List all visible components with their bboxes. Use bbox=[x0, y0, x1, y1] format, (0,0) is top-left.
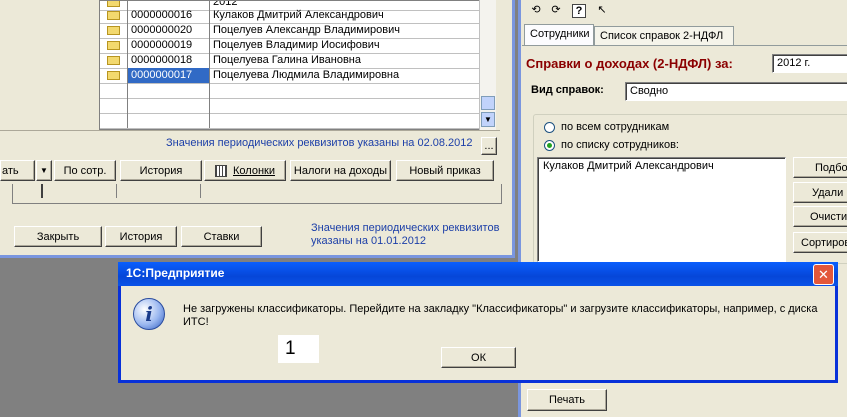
grid-scrollbar[interactable]: ▼ bbox=[479, 0, 496, 130]
new-order-button[interactable]: Новый приказ bbox=[396, 160, 494, 181]
number-overlay: 1 bbox=[278, 335, 319, 363]
table-row[interactable]: 0000000018 Поцелуева Галина Ивановна bbox=[100, 53, 480, 69]
row-code: 0000000016 bbox=[128, 8, 210, 23]
table-row[interactable] bbox=[100, 83, 480, 99]
close-button[interactable]: Закрыть bbox=[14, 226, 102, 247]
income-taxes-button[interactable]: Налоги на доходы bbox=[290, 160, 391, 181]
periodic-info-text: Значения периодических реквизитов указан… bbox=[166, 137, 473, 149]
radio-all-employees[interactable] bbox=[544, 122, 555, 133]
refresh-icon[interactable]: ⟲ bbox=[528, 2, 544, 18]
table-row[interactable] bbox=[100, 98, 480, 114]
folder-icon bbox=[107, 11, 120, 20]
table-row[interactable]: 0000000019 Поцелуев Владимир Иосифович bbox=[100, 38, 480, 54]
folder-icon bbox=[107, 26, 120, 35]
row-code: 0000000017 bbox=[128, 68, 210, 83]
refresh-all-icon[interactable]: ⟳ bbox=[548, 2, 564, 18]
tab-ndfl-list[interactable]: Список справок 2-НДФЛ bbox=[594, 26, 734, 45]
periodic-info-text-2: Значения периодических реквизитов указан… bbox=[311, 222, 500, 247]
row-code: 0000000019 bbox=[128, 38, 210, 53]
row-name: Кулаков Дмитрий Александрович bbox=[210, 8, 480, 23]
radio-list-label: по списку сотрудников: bbox=[561, 139, 679, 151]
ok-button[interactable]: ОК bbox=[441, 347, 516, 368]
scroll-down-icon[interactable]: ▼ bbox=[481, 112, 495, 127]
row-name: Поцелуева Людмила Владимировна bbox=[210, 68, 480, 83]
columns-icon bbox=[215, 164, 227, 177]
type-field[interactable]: Сводно bbox=[625, 82, 847, 101]
dialog-message: Не загружены классификаторы. Перейдите н… bbox=[183, 303, 818, 328]
folder-icon bbox=[107, 71, 120, 80]
columns-button[interactable]: Колонки bbox=[204, 160, 286, 181]
ellipsis-button[interactable]: ... bbox=[481, 137, 497, 155]
folder-icon bbox=[107, 1, 120, 7]
page-title: Справки о доходах (2-НДФЛ) за: bbox=[526, 56, 733, 71]
row-name: Поцелуев Владимир Иосифович bbox=[210, 38, 480, 53]
print-button[interactable]: Печать bbox=[527, 389, 607, 411]
history-button[interactable]: История bbox=[120, 160, 202, 181]
folder-icon bbox=[107, 41, 120, 50]
context-help-icon[interactable]: ↖ bbox=[594, 2, 610, 18]
list-item[interactable]: Кулаков Дмитрий Александрович bbox=[543, 160, 780, 172]
row-name: Поцелуев Александр Владимирович bbox=[210, 23, 480, 38]
tab-employees[interactable]: Сотрудники bbox=[524, 24, 594, 45]
close-icon[interactable]: ✕ bbox=[813, 264, 834, 285]
year-field[interactable]: 2012 г. bbox=[772, 54, 847, 73]
table-row-selected[interactable]: 0000000017 Поцелуева Людмила Владимировн… bbox=[100, 68, 480, 84]
help-icon[interactable]: ? bbox=[572, 4, 586, 18]
scroll-thumb[interactable] bbox=[481, 96, 495, 110]
table-row[interactable]: 0000000016 Кулаков Дмитрий Александрович bbox=[100, 8, 480, 24]
by-employee-button[interactable]: По сотр. bbox=[54, 160, 116, 181]
table-row[interactable]: 0000000020 Поцелуев Александр Владимиров… bbox=[100, 23, 480, 39]
dialog-titlebar[interactable] bbox=[118, 262, 838, 286]
clear-button[interactable]: Очисти bbox=[793, 206, 847, 227]
print-partial-button[interactable]: ать bbox=[0, 160, 35, 181]
row-code: 0000000018 bbox=[128, 53, 210, 68]
rates-button[interactable]: Ставки bbox=[181, 226, 262, 247]
radio-employee-list[interactable] bbox=[544, 140, 555, 151]
employee-grid[interactable]: 2012 0000000016 Кулаков Дмитрий Александ… bbox=[99, 0, 496, 130]
employee-listbox[interactable]: Кулаков Дмитрий Александрович bbox=[537, 157, 786, 262]
sort-button[interactable]: Сортиров bbox=[793, 232, 847, 253]
delete-button[interactable]: Удали bbox=[793, 182, 847, 203]
type-label: Вид справок: bbox=[531, 84, 604, 96]
lower-grid-frame bbox=[12, 184, 502, 204]
select-button[interactable]: Подбо bbox=[793, 157, 847, 178]
dropdown-arrow-icon[interactable]: ▼ bbox=[36, 160, 52, 181]
history-button-bottom[interactable]: История bbox=[105, 226, 177, 247]
info-icon: i bbox=[133, 298, 165, 330]
dialog-title: 1С:Предприятие bbox=[126, 266, 225, 280]
radio-all-label: по всем сотрудникам bbox=[561, 121, 670, 133]
row-code: 0000000020 bbox=[128, 23, 210, 38]
table-row[interactable] bbox=[100, 113, 480, 129]
folder-icon bbox=[107, 56, 120, 65]
row-name: Поцелуева Галина Ивановна bbox=[210, 53, 480, 68]
